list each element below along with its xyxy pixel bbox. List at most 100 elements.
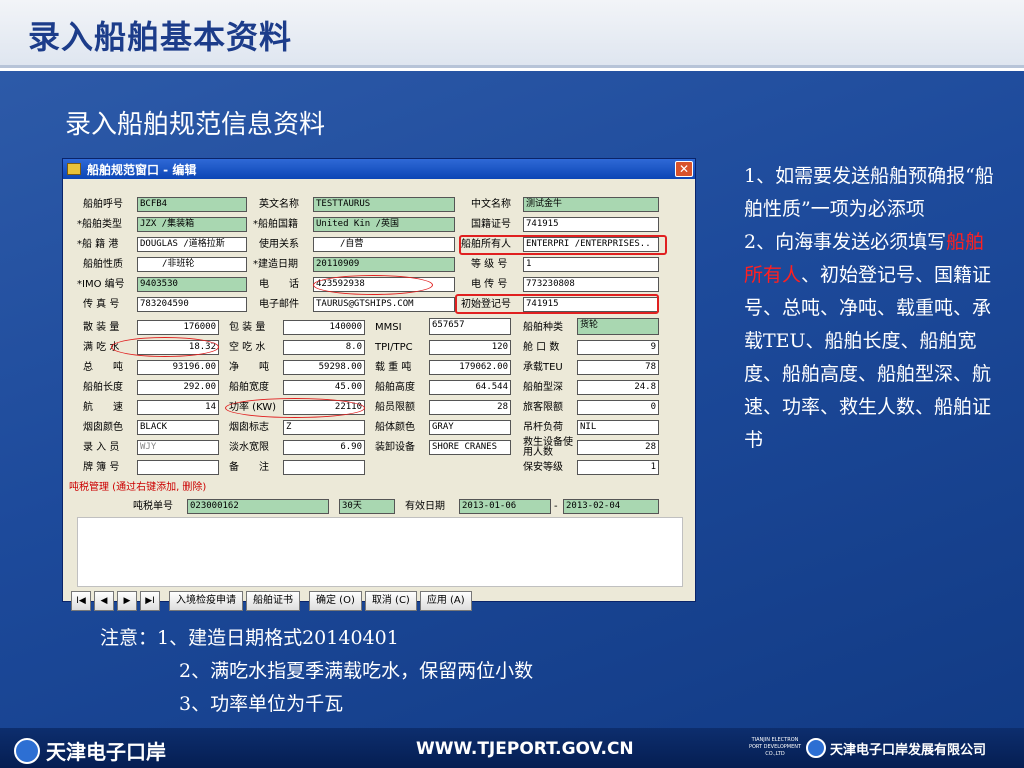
fax-field[interactable]: 783204590: [137, 297, 247, 312]
nature-field[interactable]: /非班轮: [137, 257, 247, 272]
call-sign-field[interactable]: BCFB4: [137, 197, 247, 212]
build-date-field[interactable]: 20110909: [313, 257, 455, 272]
crew-limit-field[interactable]: 28: [429, 400, 511, 415]
hull-field[interactable]: GRAY: [429, 420, 511, 435]
nationality-cert-field[interactable]: 741915: [523, 217, 659, 232]
gross-field[interactable]: 93196.00: [137, 360, 219, 375]
label-entry: 录 入 员: [83, 442, 120, 453]
label-net: 净 吨: [229, 362, 269, 373]
entry-field[interactable]: WJY: [137, 440, 219, 455]
lifesave-field[interactable]: 28: [577, 440, 659, 455]
label-cn-name: 中文名称: [471, 199, 511, 210]
highlight-build-date: [313, 275, 433, 295]
label-funnel-mark: 烟囱标志: [229, 422, 269, 433]
label-speed: 航 速: [83, 402, 123, 413]
company-emblem-icon: [806, 738, 826, 758]
label-imo: *IMO 编号: [77, 279, 125, 290]
next-record-button[interactable]: ▶: [117, 591, 137, 611]
cancel-button[interactable]: 取消 (C): [364, 591, 417, 611]
security-field[interactable]: 1: [577, 460, 659, 475]
imo-field[interactable]: 9403530: [137, 277, 247, 292]
funnel-field[interactable]: BLACK: [137, 420, 219, 435]
teu-field[interactable]: 78: [577, 360, 659, 375]
net-field[interactable]: 59298.00: [283, 360, 365, 375]
tpi-field[interactable]: 120: [429, 340, 511, 355]
width-field[interactable]: 45.00: [283, 380, 365, 395]
label-tpi: TPI/TPC: [375, 342, 413, 353]
empty-draft-field[interactable]: 8.0: [283, 340, 365, 355]
pax-limit-field[interactable]: 0: [577, 400, 659, 415]
tax-days-field[interactable]: 30天: [339, 499, 395, 514]
footer-company-text: 天津电子口岸发展有限公司: [830, 742, 987, 758]
depth-field[interactable]: 24.8: [577, 380, 659, 395]
label-valid-date: 有效日期: [405, 501, 445, 512]
label-grade: 等 级 号: [471, 259, 508, 270]
ship-form: 船舶呼号 *船舶类型 *船 籍 港 船舶性质 *IMO 编号 传 真 号 BCF…: [63, 179, 695, 611]
first-record-button[interactable]: I◀: [71, 591, 91, 611]
loader-field[interactable]: SHORE CRANES: [429, 440, 511, 455]
height-field[interactable]: 64.544: [429, 380, 511, 395]
window-titlebar[interactable]: 船舶规范窗口 - 编辑: [63, 159, 695, 179]
slide-header: 录入船舶基本资料: [0, 0, 1024, 68]
footer-company: 天津电子口岸发展有限公司: [806, 738, 986, 758]
label-security: 保安等级: [523, 462, 563, 473]
length-field[interactable]: 292.00: [137, 380, 219, 395]
tax-legend: 吨税管理 (通过右键添加, 删除): [69, 482, 207, 493]
dwt-field[interactable]: 179062.00: [429, 360, 511, 375]
label-gross: 总 吨: [83, 362, 123, 373]
tax-no-field[interactable]: 023000162: [187, 499, 329, 514]
prev-record-button[interactable]: ◀: [94, 591, 114, 611]
hatch-field[interactable]: 9: [577, 340, 659, 355]
ship-type-field[interactable]: JZX /集装箱: [137, 217, 247, 232]
flag-field[interactable]: United Kin /英国: [313, 217, 455, 232]
tax-list[interactable]: [77, 517, 683, 587]
quarantine-button[interactable]: 入境检疫申请: [169, 591, 243, 611]
valid-from-field[interactable]: 2013-01-06: [459, 499, 551, 514]
label-bulk: 散 装 量: [83, 322, 120, 333]
email-field[interactable]: TAURUS@GTSHIPS.COM: [313, 297, 455, 312]
telegraph-field[interactable]: 773230808: [523, 277, 659, 292]
remark-field[interactable]: [283, 460, 365, 475]
cn-name-field[interactable]: 测试金牛: [523, 197, 659, 212]
plate-field[interactable]: [137, 460, 219, 475]
bulk-field[interactable]: 176000: [137, 320, 219, 335]
fw-width-field[interactable]: 6.90: [283, 440, 365, 455]
label-mmsi: MMSI: [375, 322, 402, 333]
mmsi-field[interactable]: 657657: [429, 318, 511, 335]
date-dash: -: [554, 501, 558, 512]
funnel-mark-field[interactable]: Z: [283, 420, 365, 435]
speed-field[interactable]: 14: [137, 400, 219, 415]
note-1: 1、如需要发送船舶预确报“船舶性质”一项为必添项: [744, 165, 994, 220]
label-port: *船 籍 港: [77, 239, 119, 250]
bale-field[interactable]: 140000: [283, 320, 365, 335]
label-hatch: 舱 口 数: [523, 342, 560, 353]
en-name-field[interactable]: TESTTAURUS: [313, 197, 455, 212]
footer: 天津电子口岸 WWW.TJEPORT.GOV.CN TIANJIN ELECTR…: [0, 728, 1024, 768]
footer-url[interactable]: WWW.TJEPORT.GOV.CN: [416, 739, 634, 759]
label-lifesave: 救生设备使用人数: [523, 437, 573, 458]
label-nationality-cert: 国籍证号: [471, 219, 511, 230]
certificate-button[interactable]: 船舶证书: [246, 591, 300, 611]
last-record-button[interactable]: ▶I: [140, 591, 160, 611]
grade-field[interactable]: 1: [523, 257, 659, 272]
highlight-full-draft: [111, 337, 219, 357]
close-button[interactable]: ✕: [675, 161, 693, 177]
label-call-sign: 船舶呼号: [83, 199, 123, 210]
ok-button[interactable]: 确定 (O): [309, 591, 362, 611]
port-field[interactable]: DOUGLAS /道格拉斯: [137, 237, 247, 252]
section-subtitle: 录入船舶规范信息资料: [65, 110, 326, 140]
boom-field[interactable]: NIL: [577, 420, 659, 435]
label-email: 电子邮件: [259, 299, 299, 310]
label-plate: 牌 簿 号: [83, 462, 120, 473]
emblem-icon: [14, 737, 40, 764]
ship-kind-field[interactable]: 货轮: [577, 318, 659, 335]
highlight-power: [225, 398, 365, 418]
label-dwt: 载 重 吨: [375, 362, 412, 373]
bottom-note-1: 注意：1、建造日期格式20140401: [100, 627, 399, 649]
valid-to-field[interactable]: 2013-02-04: [563, 499, 659, 514]
usage-field[interactable]: /自营: [313, 237, 455, 252]
apply-button[interactable]: 应用 (A): [419, 591, 472, 611]
label-width: 船舶宽度: [229, 382, 269, 393]
note-2: 2、向海事发送必须填写船舶所有人、初始登记号、国籍证号、总吨、净吨、载重吨、承载…: [744, 226, 1000, 457]
bottom-note-2: 2、满吃水指夏季满载吃水，保留两位小数: [179, 660, 534, 682]
